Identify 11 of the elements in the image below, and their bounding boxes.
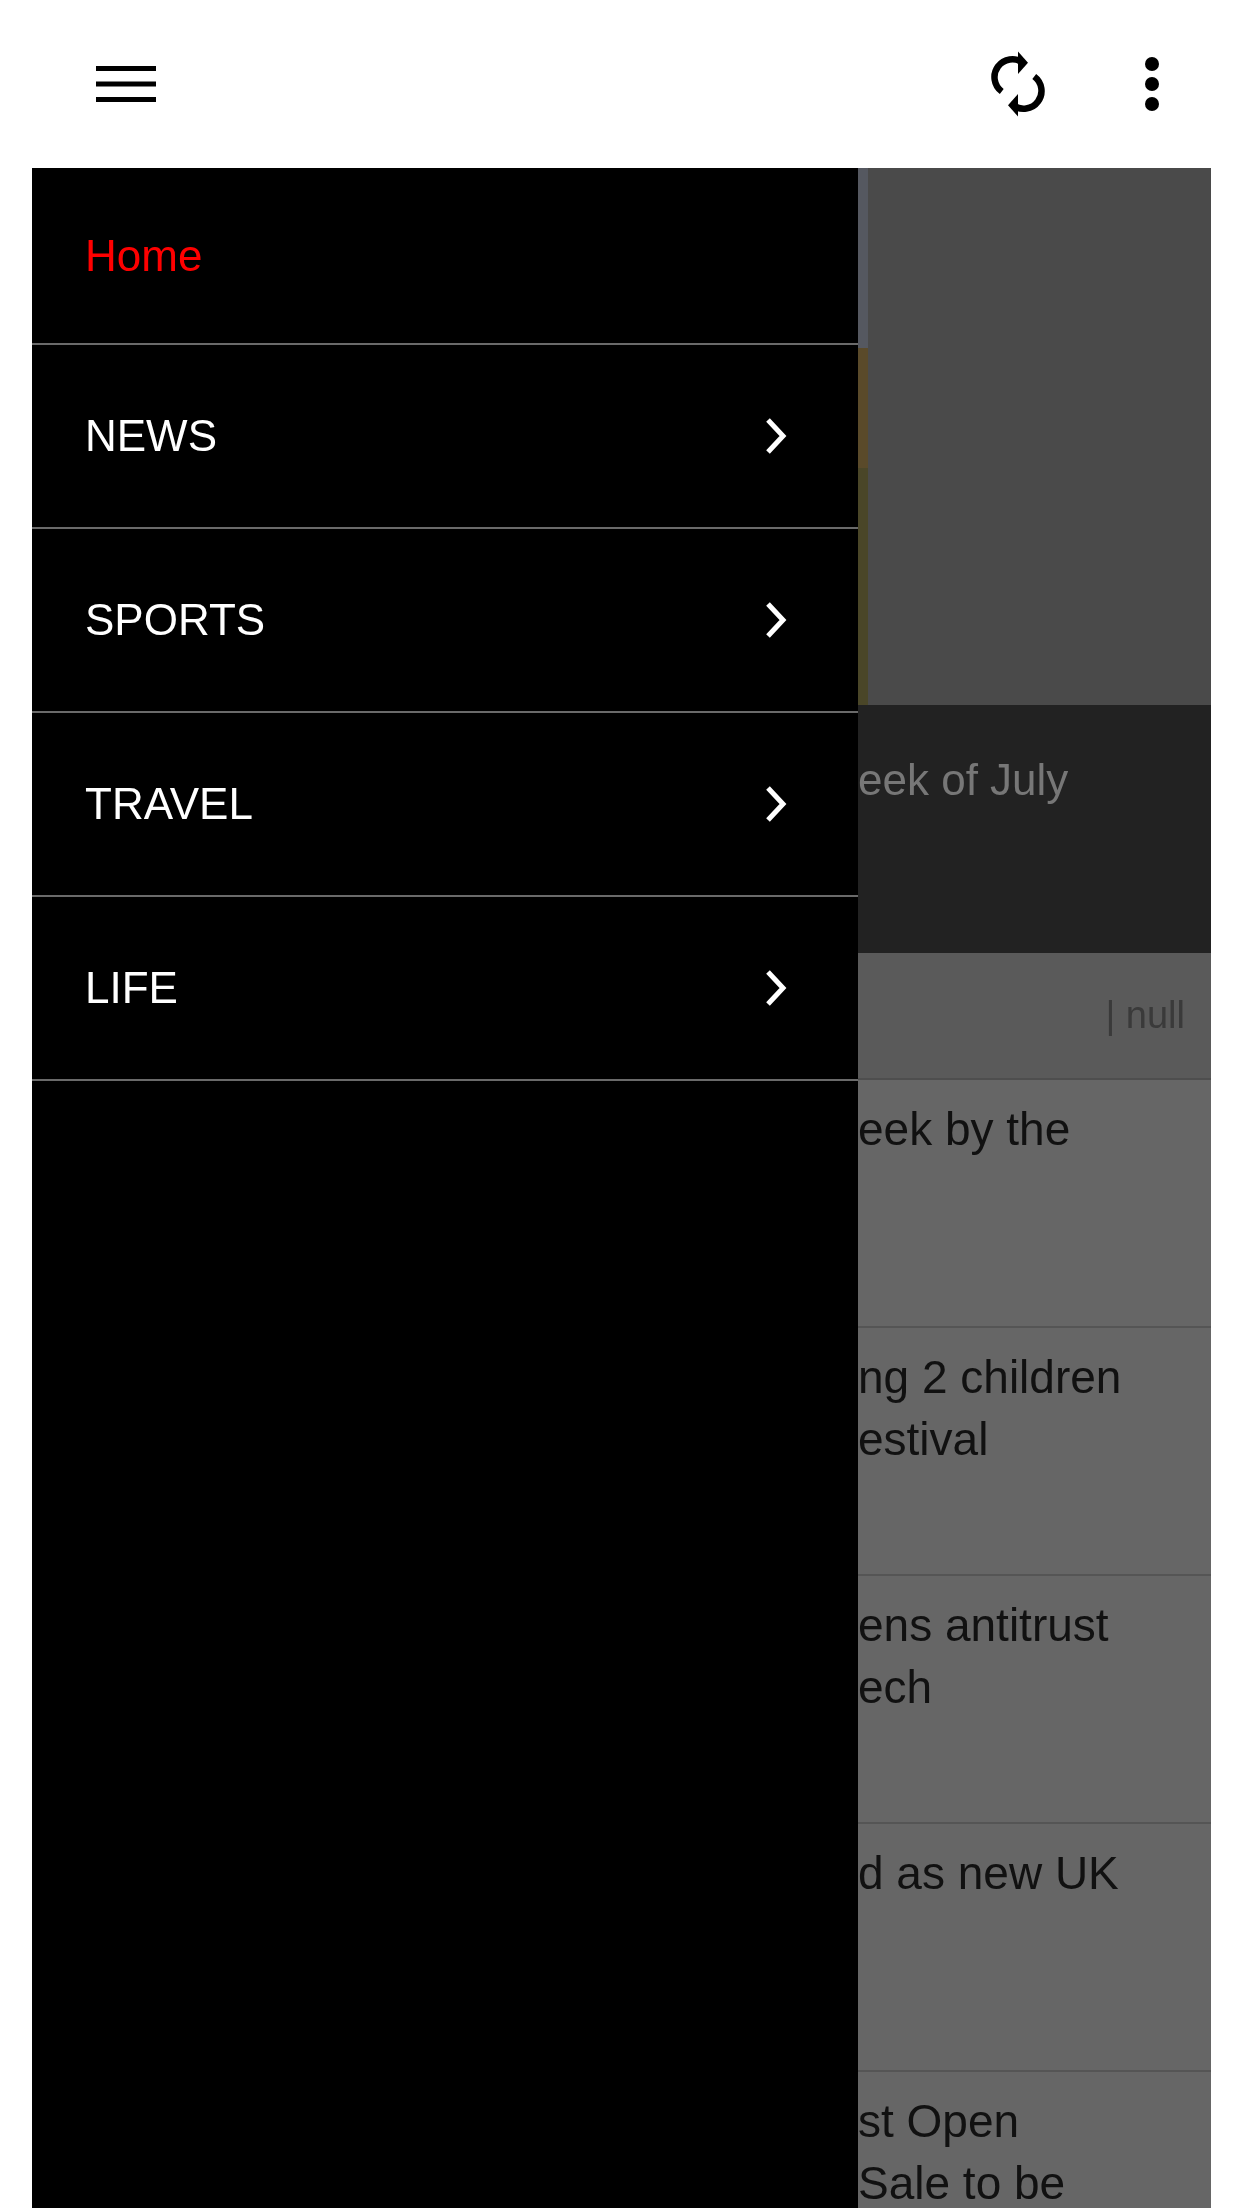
story-headline: ng 2 children estival <box>858 1350 1123 1467</box>
story-headline: st Open Sale to be <box>858 2094 1067 2208</box>
story-row[interactable]: ng 2 children estival <box>858 1328 1211 1576</box>
story-row[interactable]: st Open Sale to be <box>858 2072 1211 2208</box>
story-row[interactable]: eek by the <box>858 1080 1211 1328</box>
story-headline: eek by the <box>858 1102 1072 1157</box>
story-headline: ens antitrust ech <box>858 1598 1110 1715</box>
story-row[interactable]: d as new UK <box>858 1824 1211 2072</box>
featured-headline[interactable]: eek of July <box>858 705 1069 953</box>
story-row[interactable]: ens antitrust ech <box>858 1576 1211 1824</box>
story-headline: d as new UK <box>858 1846 1120 1901</box>
